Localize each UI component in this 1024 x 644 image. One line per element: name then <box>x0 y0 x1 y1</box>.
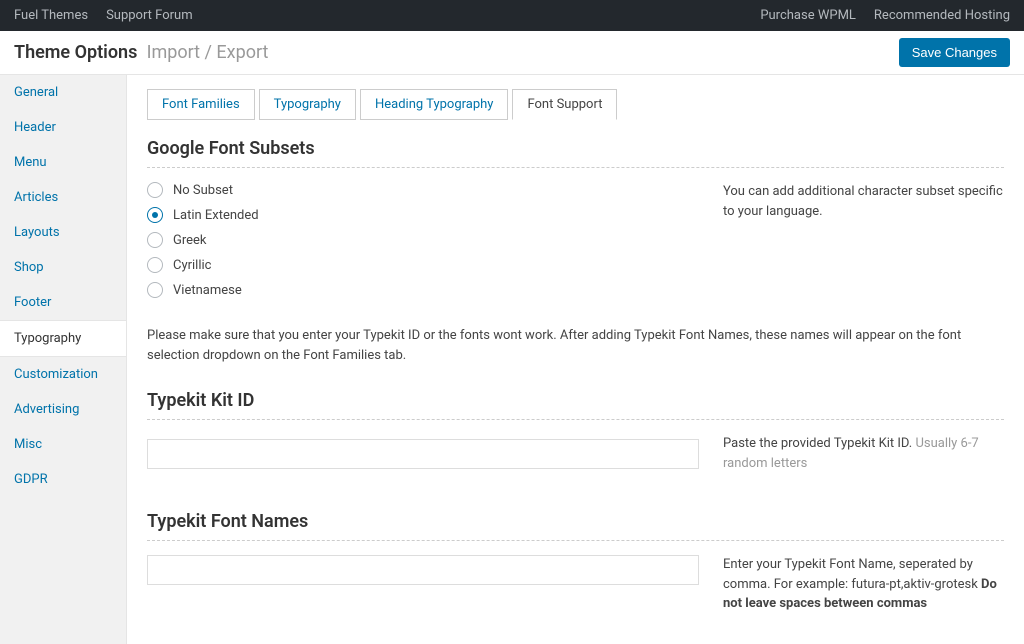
sidebar-item-layouts[interactable]: Layouts <box>0 215 126 250</box>
kit-id-help: Paste the provided Typekit Kit ID. Usual… <box>723 434 1004 473</box>
radio-option-no-subset[interactable]: No Subset <box>147 182 699 198</box>
topbar-left: Fuel Themes Support Forum <box>14 8 193 23</box>
page-title-wrap: Theme Options Import / Export <box>14 42 268 63</box>
page-header: Theme Options Import / Export Save Chang… <box>0 31 1024 75</box>
tab-font-support[interactable]: Font Support <box>512 89 617 120</box>
sidebar-item-gdpr[interactable]: GDPR <box>0 462 126 497</box>
tab-typography[interactable]: Typography <box>259 89 356 120</box>
typekit-font-names-input[interactable] <box>147 555 699 585</box>
radio-group-subsets: No Subset Latin Extended Greek Cyrillic Viet… <box>147 182 699 298</box>
kit-id-row: Paste the provided Typekit Kit ID. Usual… <box>147 434 1004 473</box>
topbar-link-purchase-wpml[interactable]: Purchase WPML <box>760 8 856 23</box>
divider <box>147 167 1004 168</box>
topbar-right: Purchase WPML Recommended Hosting <box>760 8 1010 23</box>
topbar-link-fuel-themes[interactable]: Fuel Themes <box>14 8 88 23</box>
typekit-kit-id-input[interactable] <box>147 439 699 469</box>
page-subtitle: Import / Export <box>147 42 269 63</box>
radio-label: Cyrillic <box>173 258 211 273</box>
radio-label: Vietnamese <box>173 283 242 298</box>
sidebar: GeneralHeaderMenuArticlesLayoutsShopFoot… <box>0 75 127 644</box>
radio-circle-icon <box>147 232 163 248</box>
section-title-google-font-subsets: Google Font Subsets <box>147 138 1004 159</box>
content-area: Font FamiliesTypographyHeading Typograph… <box>127 75 1024 644</box>
sidebar-item-articles[interactable]: Articles <box>0 180 126 215</box>
radio-option-greek[interactable]: Greek <box>147 232 699 248</box>
kit-id-help-main: Paste the provided Typekit Kit ID. <box>723 436 915 451</box>
google-subsets-row: No Subset Latin Extended Greek Cyrillic Viet… <box>147 182 1004 298</box>
divider <box>147 540 1004 541</box>
divider <box>147 419 1004 420</box>
top-admin-bar: Fuel Themes Support Forum Purchase WPML … <box>0 0 1024 31</box>
sidebar-item-general[interactable]: General <box>0 75 126 110</box>
radio-circle-icon <box>147 257 163 273</box>
main-layout: GeneralHeaderMenuArticlesLayoutsShopFoot… <box>0 75 1024 644</box>
tab-heading-typography[interactable]: Heading Typography <box>360 89 508 120</box>
page-title: Theme Options <box>14 42 137 63</box>
sidebar-item-menu[interactable]: Menu <box>0 145 126 180</box>
sidebar-item-footer[interactable]: Footer <box>0 285 126 320</box>
font-names-input-wrap <box>147 555 699 585</box>
radio-option-vietnamese[interactable]: Vietnamese <box>147 282 699 298</box>
font-names-help: Enter your Typekit Font Name, seperated … <box>723 555 1004 614</box>
radio-label: Greek <box>173 233 207 248</box>
sidebar-item-customization[interactable]: Customization <box>0 357 126 392</box>
topbar-link-support-forum[interactable]: Support Forum <box>106 8 193 23</box>
topbar-link-recommended-hosting[interactable]: Recommended Hosting <box>874 8 1010 23</box>
google-subsets-options: No Subset Latin Extended Greek Cyrillic Viet… <box>147 182 699 298</box>
sidebar-item-advertising[interactable]: Advertising <box>0 392 126 427</box>
sidebar-item-typography[interactable]: Typography <box>0 320 126 357</box>
radio-circle-icon <box>147 282 163 298</box>
tab-font-families[interactable]: Font Families <box>147 89 255 120</box>
kit-id-input-wrap <box>147 439 699 469</box>
font-names-help-line1: Enter your Typekit Font Name, seperated … <box>723 557 981 592</box>
tabs: Font FamiliesTypographyHeading Typograph… <box>147 89 1004 120</box>
radio-label: Latin Extended <box>173 208 259 223</box>
radio-circle-icon <box>147 182 163 198</box>
sidebar-item-shop[interactable]: Shop <box>0 250 126 285</box>
sidebar-item-header[interactable]: Header <box>0 110 126 145</box>
save-changes-button[interactable]: Save Changes <box>899 38 1010 67</box>
typekit-description: Please make sure that you enter your Typ… <box>147 326 1004 366</box>
google-subsets-help: You can add additional character subset … <box>723 182 1004 298</box>
section-title-typekit-kit-id: Typekit Kit ID <box>147 390 1004 411</box>
radio-option-latin-extended[interactable]: Latin Extended <box>147 207 699 223</box>
font-names-row: Enter your Typekit Font Name, seperated … <box>147 555 1004 614</box>
radio-label: No Subset <box>173 183 233 198</box>
sidebar-item-misc[interactable]: Misc <box>0 427 126 462</box>
radio-circle-icon <box>147 207 163 223</box>
section-title-typekit-font-names: Typekit Font Names <box>147 511 1004 532</box>
radio-option-cyrillic[interactable]: Cyrillic <box>147 257 699 273</box>
